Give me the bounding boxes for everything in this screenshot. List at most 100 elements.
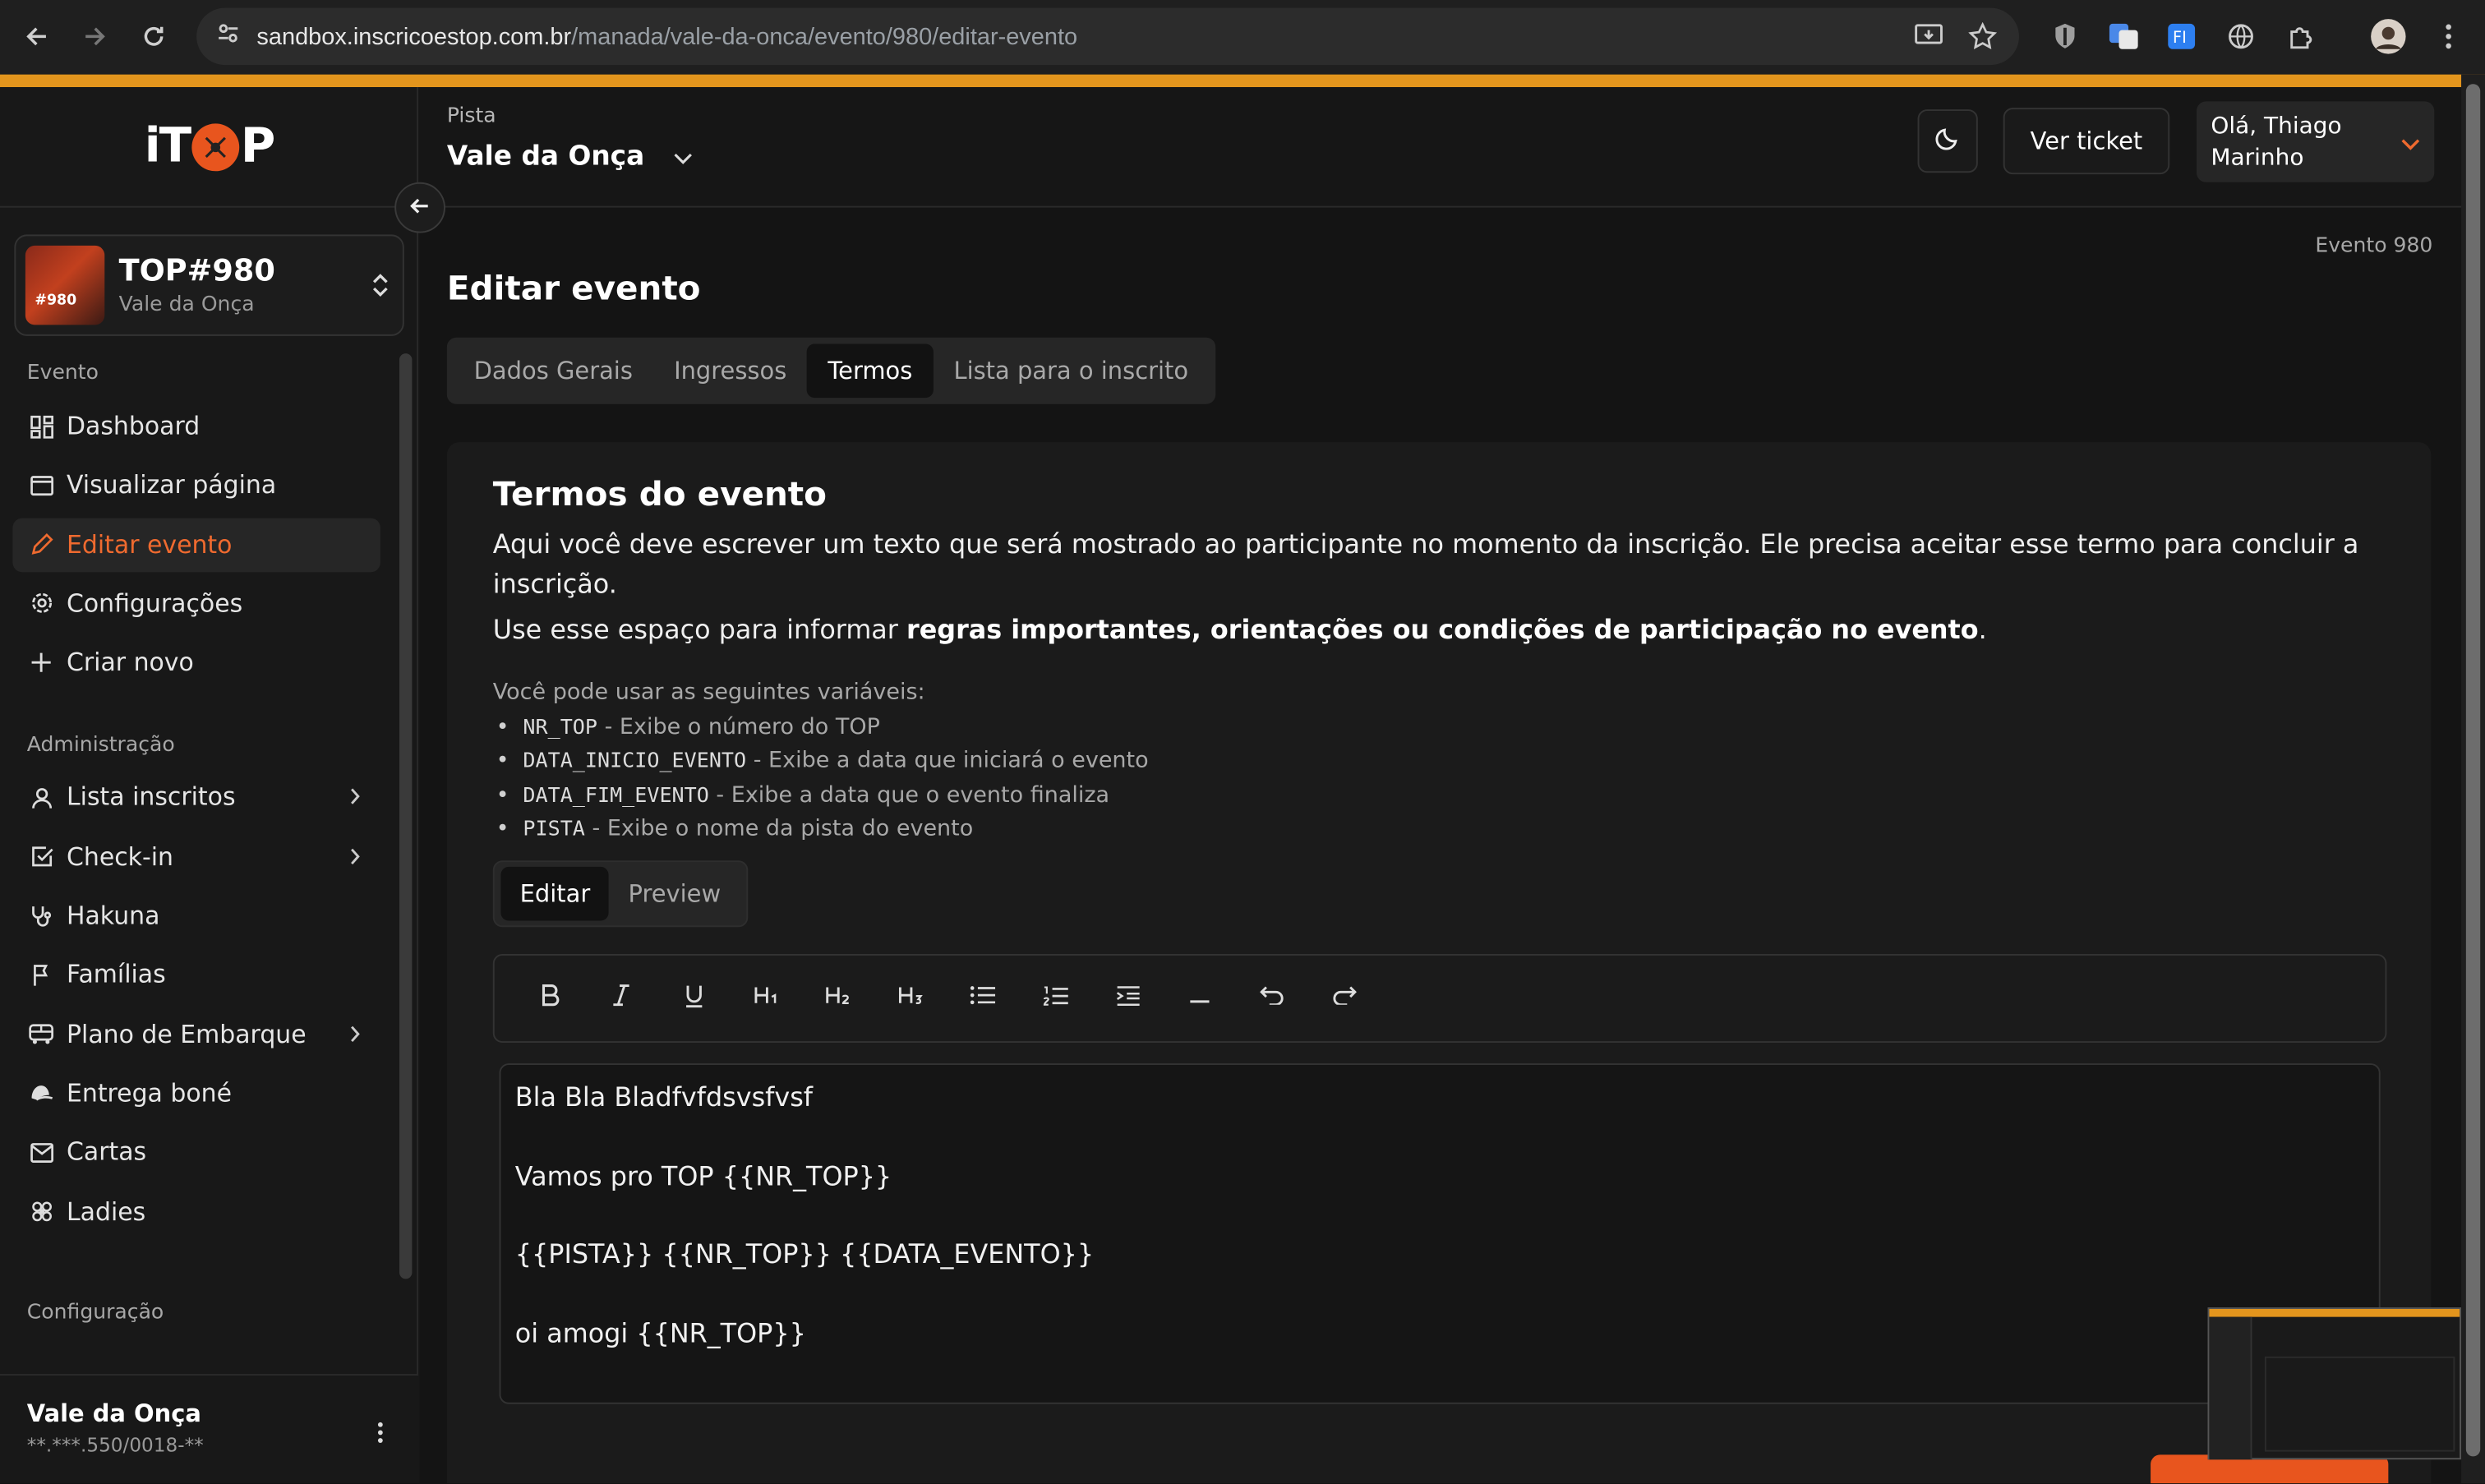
chevron-down-icon [673, 141, 692, 173]
main-content: Evento 980 Editar evento Dados Gerais In… [420, 207, 2462, 1484]
underline-button[interactable] [658, 975, 731, 1022]
sidebar-scrollbar[interactable] [399, 353, 413, 1279]
sidebar-item-entrega-bone[interactable]: Entrega boné [12, 1067, 380, 1121]
profile-avatar-icon[interactable] [2367, 16, 2409, 57]
extensions-puzzle-icon[interactable] [2280, 16, 2321, 57]
bold-icon [540, 984, 559, 1013]
flower-icon [29, 1199, 54, 1224]
tab-ingressos[interactable]: Ingressos [653, 343, 807, 398]
url-text: sandbox.inscricoestop.com.br/manada/vale… [256, 23, 1077, 50]
arrow-left-icon [409, 192, 431, 223]
sidebar-item-configuracoes[interactable]: Configurações [12, 577, 380, 631]
sidebar-item-plano-de-embarque[interactable]: Plano de Embarque [12, 1007, 380, 1062]
more-vertical-icon[interactable] [377, 1420, 384, 1450]
bullet-list-button[interactable] [947, 975, 1019, 1022]
pista-label: Pista [446, 104, 496, 129]
user-menu-button[interactable]: Olá, Thiago Marinho [2196, 101, 2435, 182]
sidebar-item-dashboard[interactable]: Dashboard [12, 399, 380, 454]
browser-toolbar: sandbox.inscricoestop.com.br/manada/vale… [0, 0, 2485, 75]
thumbnail-card [2264, 1356, 2455, 1452]
sidebar-item-cartas[interactable]: Cartas [12, 1126, 380, 1180]
install-app-icon[interactable] [1908, 16, 1949, 57]
chevrons-up-down-icon [367, 271, 393, 300]
tab-dados-gerais[interactable]: Dados Gerais [454, 343, 653, 398]
heading3-button[interactable] [875, 975, 947, 1022]
bookmark-star-icon[interactable] [1962, 16, 2003, 57]
sidebar-item-visualizar-pagina[interactable]: Visualizar página [12, 459, 380, 513]
browser-menu-icon[interactable] [2428, 16, 2469, 57]
sidebar-item-label: Cartas [66, 1138, 147, 1167]
terms-editor[interactable]: Bla Bla Bladfvfdsvsfvsf Vamos pro TOP {{… [499, 1063, 2381, 1404]
editor-paragraph: {{PISTA}} {{NR_TOP}} {{DATA_EVENTO}} [514, 1239, 1095, 1270]
loading-accent-bar [0, 74, 2485, 88]
variable-name: PISTA [523, 817, 585, 841]
sidebar-item-criar-novo[interactable]: Criar novo [12, 636, 380, 690]
ordered-list-button[interactable] [1019, 975, 1091, 1022]
terms-desc2-suffix: . [1978, 615, 1987, 645]
underline-icon [685, 984, 703, 1014]
bold-button[interactable] [514, 975, 586, 1022]
organization-document: **.***.550/0018-** [26, 1434, 204, 1457]
sidebar-item-label: Editar evento [66, 530, 233, 560]
sidebar-item-label: Criar novo [66, 648, 194, 677]
translate-extension-icon[interactable] [2103, 16, 2144, 57]
indent-button[interactable] [1091, 975, 1164, 1022]
sidebar-item-label: Hakuna [66, 901, 160, 931]
sidebar-item-label: Plano de Embarque [66, 1020, 307, 1049]
redo-button[interactable] [1308, 975, 1381, 1022]
address-bar[interactable]: sandbox.inscricoestop.com.br/manada/vale… [196, 7, 2019, 66]
logo-o-icon [191, 122, 239, 171]
svg-text:FI: FI [2173, 28, 2187, 47]
page-scrollbar-thumb[interactable] [2465, 84, 2481, 1457]
forward-icon[interactable] [68, 10, 122, 64]
bus-icon [29, 1021, 54, 1047]
fi-extension-icon[interactable]: FI [2162, 16, 2203, 57]
collapse-sidebar-button[interactable] [394, 182, 445, 233]
heading1-button[interactable] [731, 975, 803, 1022]
sidebar-item-ladies[interactable]: Ladies [12, 1185, 380, 1239]
variables-list: NR_TOP - Exibe o número do TOP DATA_INIC… [493, 712, 1149, 847]
logo-text-left: iT [144, 118, 191, 175]
tab-preview[interactable]: Preview [609, 867, 740, 921]
back-icon[interactable] [10, 10, 64, 64]
sidebar-item-lista-inscritos[interactable]: Lista inscritos [12, 771, 380, 825]
sidebar-item-label: Check-in [66, 842, 173, 872]
globe-extension-icon[interactable] [2220, 16, 2261, 57]
horizontal-rule-icon [1189, 986, 1211, 1012]
edit-tabs: Dados Gerais Ingressos Termos Lista para… [446, 337, 1215, 404]
terms-description-secondary: Use esse espaço para informar regras imp… [493, 611, 2379, 649]
thumbnail-accent-bar [2209, 1308, 2460, 1317]
itop-logo[interactable]: iT P [144, 118, 276, 175]
sidebar-item-familias[interactable]: Famílias [12, 948, 380, 1002]
gear-icon [29, 591, 54, 616]
plus-icon [29, 650, 54, 675]
page-title: Editar evento [446, 269, 701, 308]
theme-toggle-button[interactable] [1917, 109, 1978, 173]
editor-paragraph: Vamos pro TOP {{NR_TOP}} [514, 1161, 892, 1191]
sidebar-item-hakuna[interactable]: Hakuna [12, 889, 380, 943]
pista-select[interactable]: Vale da Onça [447, 141, 692, 173]
url-host: sandbox.inscricoestop.com.br [256, 22, 572, 50]
breadcrumb: Evento 980 [2315, 234, 2433, 259]
sidebar-item-editar-evento[interactable]: Editar evento [12, 517, 380, 572]
undo-button[interactable] [1236, 975, 1308, 1022]
moon-icon [1935, 125, 1961, 157]
sidebar-item-label: Visualizar página [66, 471, 277, 500]
sidebar-item-check-in[interactable]: Check-in [12, 830, 380, 884]
site-settings-icon[interactable] [215, 21, 241, 53]
event-switcher[interactable]: #980 TOP#980 Vale da Onça [14, 234, 404, 336]
list-item: DATA_FIM_EVENTO - Exibe a data que o eve… [493, 779, 1149, 813]
heading2-button[interactable] [803, 975, 875, 1022]
horizontal-rule-button[interactable] [1164, 975, 1236, 1022]
shield-extension-icon[interactable] [2045, 16, 2086, 57]
tab-termos[interactable]: Termos [807, 343, 934, 399]
tab-editar[interactable]: Editar [500, 866, 610, 921]
reload-icon[interactable] [127, 10, 181, 64]
page-scrollbar[interactable] [2461, 74, 2485, 1484]
pista-value: Vale da Onça [446, 141, 645, 173]
italic-button[interactable] [586, 975, 658, 1022]
tab-lista-para-o-inscrito[interactable]: Lista para o inscrito [933, 343, 1209, 398]
stethoscope-icon [29, 903, 54, 929]
thumbnail-sidebar [2209, 1316, 2252, 1460]
view-ticket-button[interactable]: Ver ticket [2003, 108, 2170, 175]
